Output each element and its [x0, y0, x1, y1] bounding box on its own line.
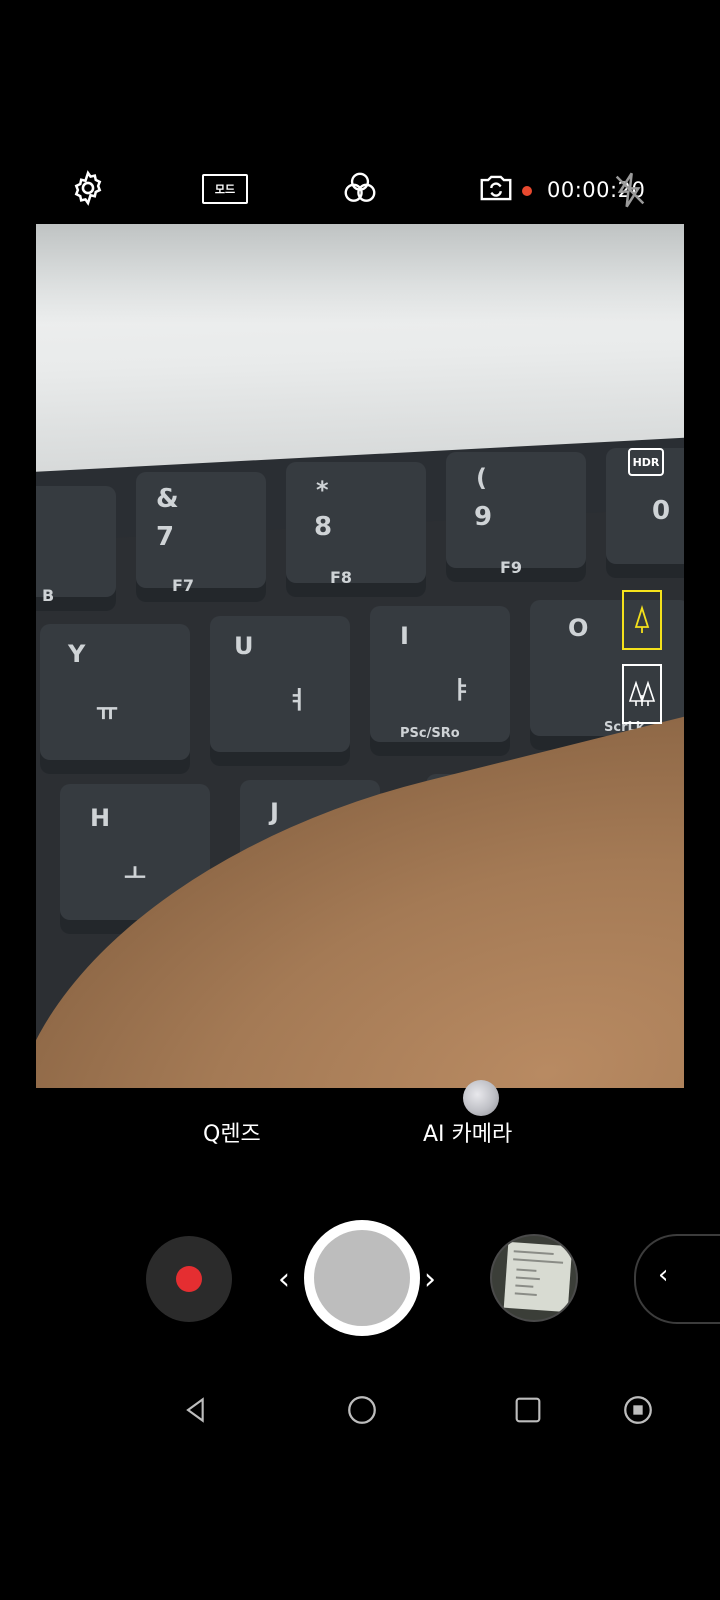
- key-label: PSc/SRo: [400, 726, 460, 741]
- mode-ai-camera[interactable]: AI 카메라: [423, 1116, 512, 1148]
- record-video-button[interactable]: [146, 1236, 232, 1322]
- single-tree-icon: [634, 605, 650, 633]
- record-dot-icon: [176, 1266, 202, 1292]
- key-label: 0: [652, 496, 671, 526]
- key-label: 9: [474, 502, 493, 532]
- key-label: ㅠ: [96, 698, 119, 726]
- key-label: F7: [172, 576, 195, 595]
- key-label: 7: [156, 522, 175, 552]
- key-9: ( 9 F9: [446, 452, 586, 582]
- desk-shadow: [36, 224, 684, 324]
- gallery-thumbnail[interactable]: [490, 1234, 578, 1322]
- gear-icon: [74, 170, 102, 206]
- filter-circles-icon: [344, 172, 376, 202]
- home-circle-icon: [348, 1396, 376, 1424]
- flash-button[interactable]: [610, 170, 650, 210]
- drawer-arrow: ‹: [658, 1260, 669, 1290]
- recents-square-icon: [515, 1397, 541, 1423]
- key-label: B: [42, 586, 55, 605]
- nav-back-button[interactable]: [176, 1390, 216, 1430]
- key-label: ㅕ: [286, 686, 309, 714]
- forest-icon: [628, 680, 656, 706]
- key-label: F8: [330, 568, 353, 587]
- key-8: * 8 F8: [286, 462, 426, 597]
- back-triangle-icon: [186, 1397, 204, 1423]
- hdr-badge[interactable]: HDR: [628, 448, 664, 476]
- mode-label: 모드: [214, 183, 236, 196]
- key-label: J: [270, 798, 279, 826]
- key-label: I: [400, 622, 409, 650]
- recording-indicator: [522, 186, 532, 196]
- nav-recents-button[interactable]: [508, 1390, 548, 1430]
- key-label: ㅑ: [450, 676, 473, 704]
- prev-mode-arrow[interactable]: ‹: [278, 1262, 290, 1297]
- lens-normal-button[interactable]: [622, 590, 662, 650]
- camera-switch-icon: [480, 175, 512, 201]
- key-y: Y ㅠ: [40, 624, 190, 774]
- record-screen-icon: [624, 1396, 652, 1424]
- key-label: ㅗ: [124, 860, 147, 888]
- nav-home-button[interactable]: [342, 1390, 382, 1430]
- switch-camera-button[interactable]: [476, 168, 516, 208]
- next-mode-arrow[interactable]: ›: [424, 1262, 436, 1297]
- camera-viewfinder[interactable]: & 7 F7 * 8 F8 ( 9 F9 0 B Y ㅠ U ㅕ I ㅑ PSc…: [36, 224, 684, 1088]
- settings-button[interactable]: [68, 168, 108, 208]
- key-label: O: [568, 614, 589, 642]
- key-label: 8: [314, 512, 333, 542]
- key-label: *: [316, 476, 329, 504]
- mode-q-lens[interactable]: Q렌즈: [203, 1116, 261, 1148]
- shutter-button[interactable]: [304, 1220, 420, 1336]
- key-7: & 7 F7: [136, 472, 266, 602]
- side-drawer-handle[interactable]: ‹: [634, 1234, 720, 1324]
- lens-wide-button[interactable]: [622, 664, 662, 724]
- key-i: I ㅑ PSc/SRo: [370, 606, 510, 756]
- mode-button[interactable]: 모드: [202, 174, 248, 204]
- key-label: H: [90, 804, 111, 832]
- key-label: U: [234, 632, 254, 660]
- key-label: &: [156, 484, 179, 514]
- mode-scroll-indicator[interactable]: [463, 1080, 499, 1116]
- key-label: Y: [68, 640, 86, 668]
- key-u: U ㅕ: [210, 616, 350, 766]
- key-partial-left: B: [36, 486, 116, 611]
- nav-screen-record-button[interactable]: [618, 1390, 658, 1430]
- key-label: F9: [500, 558, 523, 577]
- filter-button[interactable]: [340, 168, 380, 208]
- flash-off-icon: [615, 172, 645, 208]
- key-label: (: [476, 464, 487, 492]
- thumbnail-image: [503, 1241, 573, 1313]
- shutter-inner: [314, 1230, 410, 1326]
